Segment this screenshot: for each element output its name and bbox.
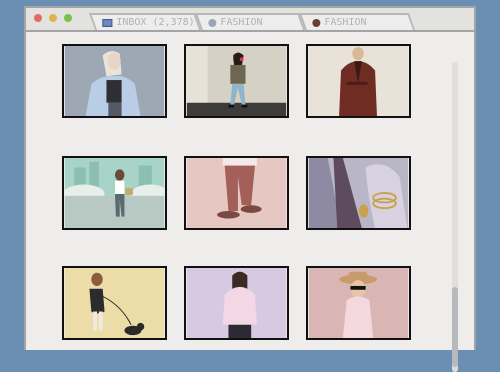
tab-label: INBOX (2,378) [116, 17, 195, 28]
image-thumbnail-blonde-woman-denim-jacket[interactable] [62, 44, 167, 118]
image-thumbnail-legs-pink-trousers-loafers[interactable] [184, 156, 289, 230]
woman-city-park-handbag-image [64, 158, 165, 228]
image-thumbnail-hand-gold-bracelets[interactable] [306, 156, 411, 230]
image-thumbnail-woman-walking-dog[interactable] [62, 266, 167, 340]
tab-fashion-1[interactable]: FASHION [194, 13, 306, 30]
minimize-window-button[interactable] [49, 14, 57, 22]
browser-window: INBOX (2,378) FASHION FASHION [24, 6, 476, 372]
mail-icon [102, 18, 113, 27]
scrollbar-thumb[interactable] [452, 287, 458, 367]
tab-label: FASHION [324, 17, 367, 28]
close-window-button[interactable] [34, 14, 42, 22]
gray-circle-icon [208, 18, 217, 27]
hand-gold-bracelets-image [308, 158, 409, 228]
brown-circle-icon [312, 18, 321, 27]
image-thumbnail-woman-pink-sweater[interactable] [184, 266, 289, 340]
man-brown-suit-image [308, 46, 409, 116]
woman-pink-sweater-image [186, 268, 287, 338]
legs-pink-trousers-loafers-image [186, 158, 287, 228]
tab-fashion-2[interactable]: FASHION [298, 13, 416, 30]
vertical-scrollbar[interactable] [452, 62, 458, 372]
tab-label: FASHION [220, 17, 263, 28]
image-thumbnail-girl-hat-sunglasses[interactable] [306, 266, 411, 340]
maximize-window-button[interactable] [64, 14, 72, 22]
tab-inbox[interactable]: INBOX (2,378) [88, 13, 202, 30]
image-gallery [26, 32, 460, 372]
image-thumbnail-woman-city-park-handbag[interactable] [62, 156, 167, 230]
woman-walking-street-phone-image [186, 46, 287, 116]
blonde-woman-denim-jacket-image [64, 46, 165, 116]
image-thumbnail-man-brown-suit[interactable] [306, 44, 411, 118]
girl-hat-sunglasses-image [308, 268, 409, 338]
title-bar: INBOX (2,378) FASHION FASHION [26, 8, 474, 32]
image-thumbnail-woman-walking-street-phone[interactable] [184, 44, 289, 118]
woman-walking-dog-image [64, 268, 165, 338]
